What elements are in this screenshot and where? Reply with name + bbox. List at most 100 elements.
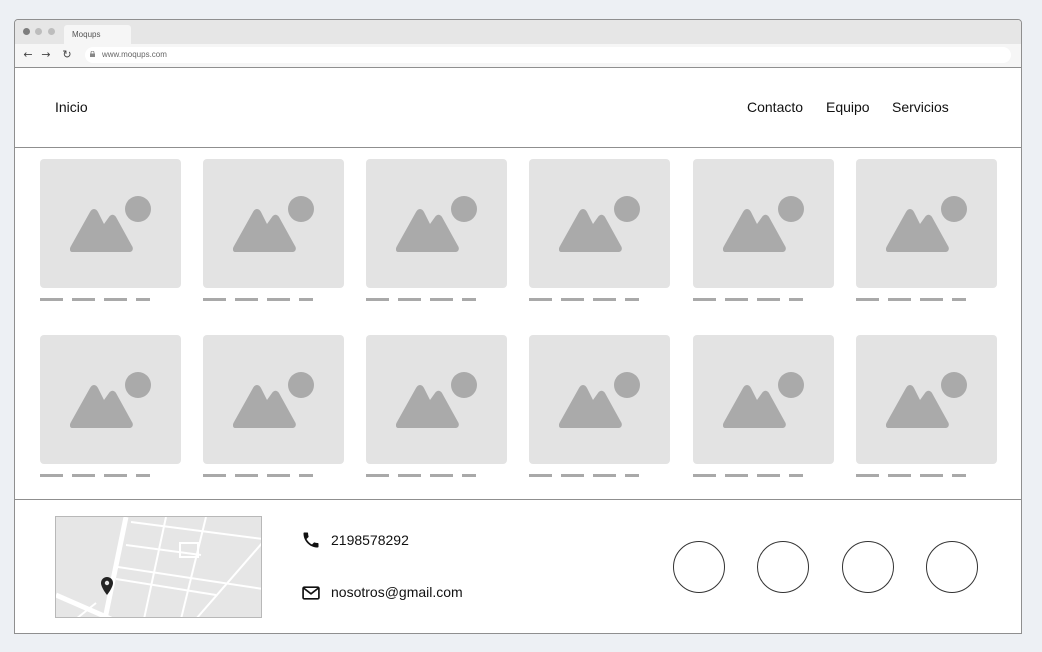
url-field[interactable]: www.moqups.com <box>85 47 1011 63</box>
nav-link-servicios[interactable]: Servicios <box>892 99 949 115</box>
image-placeholder-icon <box>396 196 477 252</box>
window-minimize-dot[interactable] <box>35 28 42 35</box>
social-icon-1[interactable] <box>673 541 725 593</box>
back-arrow-icon[interactable]: ← <box>22 49 34 61</box>
gallery-card[interactable] <box>40 335 181 477</box>
caption-line <box>593 474 616 477</box>
caption-line <box>72 298 95 301</box>
image-placeholder <box>856 159 997 288</box>
phone-icon <box>303 532 319 548</box>
image-placeholder <box>693 335 834 464</box>
social-icon-3[interactable] <box>842 541 894 593</box>
caption-line <box>398 474 421 477</box>
caption-line <box>104 474 127 477</box>
reload-icon[interactable]: ↻ <box>61 49 73 61</box>
caption-line <box>299 298 313 301</box>
forward-arrow-icon[interactable]: → <box>40 49 52 61</box>
caption-line <box>725 474 748 477</box>
caption-line <box>136 474 150 477</box>
caption-line <box>952 474 966 477</box>
gallery-card[interactable] <box>366 335 507 477</box>
gallery-card[interactable] <box>40 159 181 301</box>
image-placeholder <box>203 159 344 288</box>
caption-line <box>593 298 616 301</box>
image-placeholder-icon <box>70 196 151 252</box>
caption-line <box>430 298 453 301</box>
caption-line <box>136 298 150 301</box>
gallery-card[interactable] <box>693 159 834 301</box>
mail-icon <box>302 586 320 600</box>
nav-link-equipo[interactable]: Equipo <box>826 99 870 115</box>
window-close-dot[interactable] <box>23 28 30 35</box>
nav-link-contacto[interactable]: Contacto <box>747 99 803 115</box>
lock-icon <box>90 51 95 57</box>
image-placeholder-icon <box>886 372 967 428</box>
image-placeholder-icon <box>559 196 640 252</box>
gallery-card[interactable] <box>856 335 997 477</box>
caption-line <box>430 474 453 477</box>
image-placeholder <box>856 335 997 464</box>
caption-line <box>789 474 803 477</box>
caption-line <box>888 298 911 301</box>
caption-line <box>693 474 716 477</box>
window-maximize-dot[interactable] <box>48 28 55 35</box>
image-placeholder <box>366 335 507 464</box>
url-text: www.moqups.com <box>102 50 167 59</box>
caption-line <box>462 298 476 301</box>
image-placeholder <box>203 335 344 464</box>
phone-number: 2198578292 <box>331 532 409 548</box>
image-placeholder-icon <box>233 372 314 428</box>
social-icon-2[interactable] <box>757 541 809 593</box>
gallery-card[interactable] <box>693 335 834 477</box>
map-placeholder[interactable] <box>55 516 262 618</box>
caption-line <box>398 298 421 301</box>
image-placeholder <box>693 159 834 288</box>
email-address[interactable]: nosotros@gmail.com <box>331 584 463 600</box>
nav-link-inicio[interactable]: Inicio <box>55 99 88 115</box>
image-placeholder-icon <box>723 372 804 428</box>
caption-line <box>757 474 780 477</box>
caption-line <box>856 474 879 477</box>
site-header: Inicio Contacto Equipo Servicios <box>15 68 1021 148</box>
caption-line <box>856 298 879 301</box>
image-placeholder-icon <box>886 196 967 252</box>
gallery-card[interactable] <box>203 335 344 477</box>
image-placeholder-icon <box>70 372 151 428</box>
gallery-card[interactable] <box>203 159 344 301</box>
caption-line <box>561 298 584 301</box>
image-placeholder-icon <box>559 372 640 428</box>
address-bar: ← → ↻ www.moqups.com <box>15 44 1021 68</box>
image-placeholder <box>366 159 507 288</box>
image-placeholder-icon <box>723 196 804 252</box>
caption-line <box>40 474 63 477</box>
browser-window: Moqups ← → ↻ www.moqups.com Inicio Conta… <box>14 19 1022 634</box>
caption-line <box>561 474 584 477</box>
caption-line <box>104 298 127 301</box>
image-placeholder <box>40 335 181 464</box>
gallery-card[interactable] <box>366 159 507 301</box>
tab-bar: Moqups <box>15 20 1021 44</box>
gallery-card[interactable] <box>529 335 670 477</box>
image-placeholder <box>529 159 670 288</box>
caption-line <box>920 474 943 477</box>
caption-line <box>366 474 389 477</box>
caption-line <box>235 298 258 301</box>
caption-line <box>235 474 258 477</box>
caption-line <box>267 298 290 301</box>
caption-line <box>366 298 389 301</box>
caption-line <box>888 474 911 477</box>
social-icon-4[interactable] <box>926 541 978 593</box>
caption-line <box>462 474 476 477</box>
image-placeholder <box>529 335 670 464</box>
image-placeholder <box>40 159 181 288</box>
caption-line <box>72 474 95 477</box>
caption-line <box>725 298 748 301</box>
gallery-card[interactable] <box>856 159 997 301</box>
image-placeholder-icon <box>233 196 314 252</box>
browser-tab[interactable]: Moqups <box>64 25 131 44</box>
site-footer: 2198578292 nosotros@gmail.com <box>15 499 1021 633</box>
caption-line <box>529 298 552 301</box>
image-gallery <box>15 148 1021 499</box>
caption-line <box>267 474 290 477</box>
gallery-card[interactable] <box>529 159 670 301</box>
